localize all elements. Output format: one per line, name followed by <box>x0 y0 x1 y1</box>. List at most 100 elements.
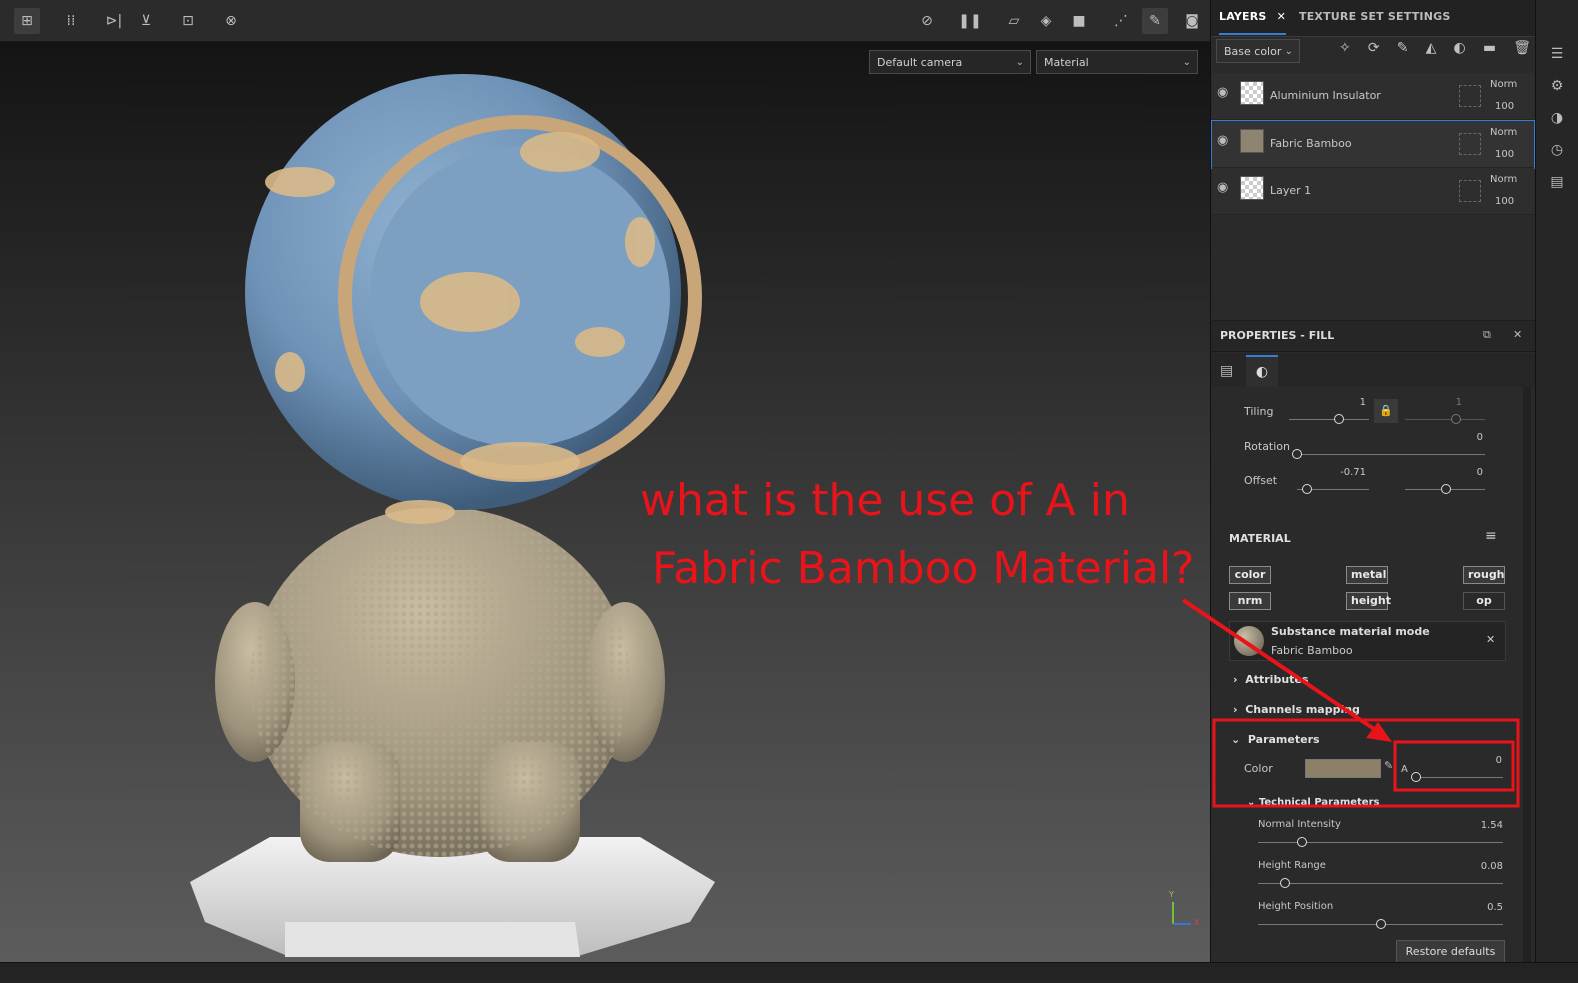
height-range-slider[interactable] <box>1258 883 1503 884</box>
eye-icon[interactable]: ◉ <box>1217 133 1228 148</box>
layer-row-fabric-bamboo[interactable]: ◉ Fabric Bamboo Norm 100 <box>1211 120 1535 169</box>
camera-icon[interactable]: ■ <box>1066 8 1092 34</box>
layer-opacity[interactable]: 100 <box>1495 101 1514 112</box>
grid-icon[interactable]: ⁞⁞ <box>58 8 84 34</box>
select-grid-icon[interactable]: ⊞ <box>14 8 40 34</box>
close-icon[interactable]: ✕ <box>1277 10 1286 23</box>
restore-defaults-button[interactable]: Restore defaults <box>1396 940 1505 962</box>
channel-chip-color[interactable]: color <box>1229 566 1271 584</box>
color-label: Color <box>1244 762 1273 775</box>
float-panel-icon[interactable]: ⧉ <box>1483 328 1491 342</box>
axis-x-label: X <box>1194 918 1200 927</box>
magic-wand-icon[interactable]: ✧ <box>1339 40 1351 62</box>
shader-icon[interactable]: ◑ <box>1548 110 1566 128</box>
history-icon[interactable]: ◷ <box>1548 142 1566 160</box>
layers-panel: LAYERS ✕ TEXTURE SET SETTINGS Base color… <box>1210 0 1535 320</box>
normal-intensity-value: 1.54 <box>1480 820 1503 831</box>
layer-mask-slot[interactable] <box>1459 180 1481 202</box>
material-tab-icon[interactable]: ◐ <box>1246 355 1278 387</box>
tab-texture-set-settings[interactable]: TEXTURE SET SETTINGS <box>1299 10 1450 23</box>
normal-intensity-slider[interactable] <box>1258 842 1503 843</box>
layer-name: Aluminium Insulator <box>1270 89 1381 102</box>
reset-camera-icon[interactable]: ⊗ <box>218 8 244 34</box>
channel-chip-metal[interactable]: metal <box>1346 566 1388 584</box>
channel-chip-height[interactable]: height <box>1346 592 1391 610</box>
alpha-slider[interactable] <box>1411 777 1503 778</box>
height-position-slider-handle[interactable] <box>1376 919 1386 929</box>
rotation-slider-handle[interactable] <box>1292 449 1302 459</box>
channel-select[interactable]: Base color ⌄ <box>1216 39 1300 63</box>
channel-chip-nrm[interactable]: nrm <box>1229 592 1271 610</box>
layer-row-layer-1[interactable]: ◉ Layer 1 Norm 100 <box>1212 168 1534 215</box>
layer-opacity[interactable]: 100 <box>1495 196 1514 207</box>
substance-material-card[interactable]: Substance material mode Fabric Bamboo ✕ <box>1229 621 1506 661</box>
color-swatch[interactable] <box>1305 759 1381 778</box>
channel-chip-rough[interactable]: rough <box>1463 566 1505 584</box>
scrollbar[interactable] <box>1523 387 1531 962</box>
close-icon[interactable]: ✕ <box>1513 328 1522 341</box>
layer-blend-mode[interactable]: Norm <box>1490 79 1517 90</box>
add-effect-icon[interactable]: ⟳ <box>1368 40 1380 62</box>
eye-icon[interactable]: ◉ <box>1217 85 1228 100</box>
normal-intensity-label: Normal Intensity <box>1258 819 1341 830</box>
layer-row-aluminium-insulator[interactable]: ◉ Aluminium Insulator Norm 100 <box>1212 73 1534 120</box>
screenshot-icon[interactable]: ◙ <box>1179 8 1205 34</box>
brush-options-icon[interactable]: ⋰ <box>1108 8 1134 34</box>
tiling-slider-handle[interactable] <box>1334 414 1344 424</box>
layer-mask-slot[interactable] <box>1459 133 1481 155</box>
eye-icon[interactable]: ◉ <box>1217 180 1228 195</box>
settings-icon[interactable]: ⚙ <box>1548 78 1566 96</box>
cube-icon[interactable]: ◈ <box>1033 8 1059 34</box>
camera-select-value: Default camera <box>877 56 963 69</box>
symmetry-y-icon[interactable]: ⊻ <box>133 8 159 34</box>
layer-settings-icon[interactable]: ▤ <box>1220 363 1233 379</box>
hide-icon[interactable]: ⊘ <box>914 8 940 34</box>
symmetry-x-icon[interactable]: ⊳| <box>101 8 127 34</box>
height-range-value: 0.08 <box>1480 861 1503 872</box>
channel-chip-op[interactable]: op <box>1463 592 1505 610</box>
lock-icon[interactable]: 🔒 <box>1374 399 1398 423</box>
3d-viewport[interactable]: Default camera ⌄ Material ⌄ Y X <box>0 42 1210 962</box>
layers-panel-icon[interactable]: ☰ <box>1548 46 1566 64</box>
frame-icon[interactable]: ⊡ <box>175 8 201 34</box>
layer-blend-mode[interactable]: Norm <box>1490 174 1517 185</box>
tab-layers[interactable]: LAYERS ✕ <box>1219 10 1286 35</box>
rotation-value: 0 <box>1476 432 1483 443</box>
paint-layer-icon[interactable]: ✎ <box>1397 40 1409 62</box>
status-bar <box>0 962 1578 983</box>
alpha-slider-handle[interactable] <box>1411 772 1421 782</box>
height-range-slider-handle[interactable] <box>1280 878 1290 888</box>
channels-mapping-section[interactable]: › Channels mapping <box>1233 703 1360 716</box>
viewport-mode-select[interactable]: Material ⌄ <box>1036 50 1198 74</box>
layer-thumbnail <box>1240 176 1264 200</box>
projection-icon[interactable]: ▱ <box>1001 8 1027 34</box>
chevron-down-icon: ⌄ <box>1231 733 1241 746</box>
folder-icon[interactable]: ▬ <box>1483 40 1496 62</box>
layer-opacity[interactable]: 100 <box>1495 149 1514 160</box>
rotation-label: Rotation <box>1244 440 1291 453</box>
technical-parameters-section[interactable]: ⌄ Technical Parameters <box>1247 797 1379 808</box>
paint-brush-icon[interactable]: ✎ <box>1142 8 1168 34</box>
offset-slider-secondary-handle[interactable] <box>1441 484 1451 494</box>
attributes-section[interactable]: › Attributes <box>1233 673 1308 686</box>
fill-layer-icon[interactable]: ◭ <box>1426 40 1437 62</box>
layer-blend-mode[interactable]: Norm <box>1490 127 1517 138</box>
parameters-section[interactable]: ⌄ Parameters <box>1231 733 1320 746</box>
rotation-slider[interactable] <box>1297 454 1485 455</box>
camera-select[interactable]: Default camera ⌄ <box>869 50 1031 74</box>
tiling-slider[interactable] <box>1289 419 1369 420</box>
offset-label: Offset <box>1244 474 1278 487</box>
pause-icon[interactable]: ❚❚ <box>957 8 983 34</box>
normal-intensity-slider-handle[interactable] <box>1297 837 1307 847</box>
mask-icon[interactable]: ◐ <box>1453 40 1465 62</box>
menu-icon[interactable]: ≡ <box>1485 528 1497 544</box>
log-icon[interactable]: ▤ <box>1548 174 1566 192</box>
axis-y-label: Y <box>1169 890 1174 899</box>
layer-mask-slot[interactable] <box>1459 85 1481 107</box>
chevron-right-icon: › <box>1233 673 1238 686</box>
trash-icon[interactable]: 🗑 <box>1513 40 1531 62</box>
substance-material-name: Fabric Bamboo <box>1271 644 1353 657</box>
close-icon[interactable]: ✕ <box>1486 633 1495 646</box>
offset-slider-handle[interactable] <box>1302 484 1312 494</box>
eyedropper-icon[interactable]: ✎ <box>1384 759 1393 772</box>
